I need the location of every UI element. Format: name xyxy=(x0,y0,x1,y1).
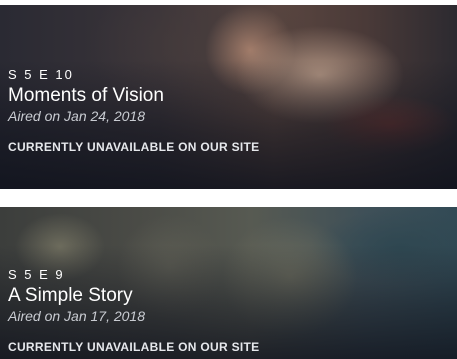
availability-status: CURRENTLY UNAVAILABLE ON OUR SITE xyxy=(8,340,260,354)
episode-info: S 5 E 10 Moments of Vision Aired on Jan … xyxy=(8,67,449,155)
episode-title[interactable]: Moments of Vision xyxy=(8,85,449,107)
episode-info: S 5 E 9 A Simple Story Aired on Jan 17, … xyxy=(8,267,449,355)
availability-status: CURRENTLY UNAVAILABLE ON OUR SITE xyxy=(8,140,260,154)
episode-title[interactable]: A Simple Story xyxy=(8,285,449,307)
episode-list: S 5 E 10 Moments of Vision Aired on Jan … xyxy=(0,0,457,359)
episode-number: S 5 E 9 xyxy=(8,267,65,282)
episode-number: S 5 E 10 xyxy=(8,67,74,82)
episode-air-date: Aired on Jan 24, 2018 xyxy=(8,108,145,124)
episode-card[interactable]: S 5 E 10 Moments of Vision Aired on Jan … xyxy=(0,5,457,189)
episode-air-date: Aired on Jan 17, 2018 xyxy=(8,308,145,324)
episode-card[interactable]: S 5 E 9 A Simple Story Aired on Jan 17, … xyxy=(0,207,457,359)
